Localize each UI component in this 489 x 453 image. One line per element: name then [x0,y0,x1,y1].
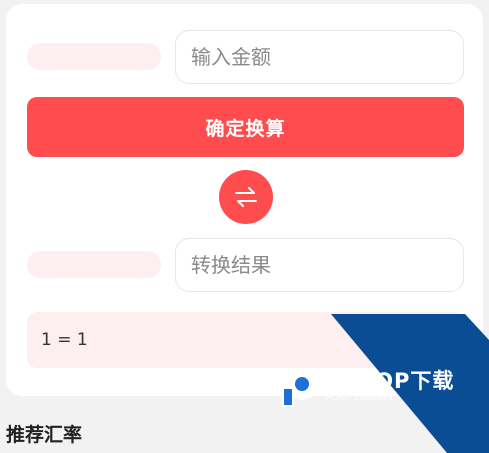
to-currency-selector[interactable] [27,251,161,278]
watermark-logo: PCPOP下载 PCPOP Download [280,364,454,408]
confirm-convert-button[interactable]: 确定换算 [27,97,464,157]
exchange-rate-display: 1 = 1 [27,312,464,368]
rate-text: 1 = 1 [41,330,88,350]
amount-input[interactable] [191,45,463,69]
watermark-sub: PCPOP Download [326,393,394,402]
watermark-brand: PCPOP下载 [326,368,455,393]
swap-arrows-icon [235,187,257,207]
from-currency-selector[interactable] [27,43,161,70]
result-output[interactable] [191,253,463,277]
pcpop-logo-icon [282,368,318,407]
result-field-wrapper [175,238,464,292]
swap-currency-button[interactable] [219,170,273,224]
amount-field-wrapper [175,30,464,84]
recommended-rates-title: 推荐汇率 [6,424,83,446]
